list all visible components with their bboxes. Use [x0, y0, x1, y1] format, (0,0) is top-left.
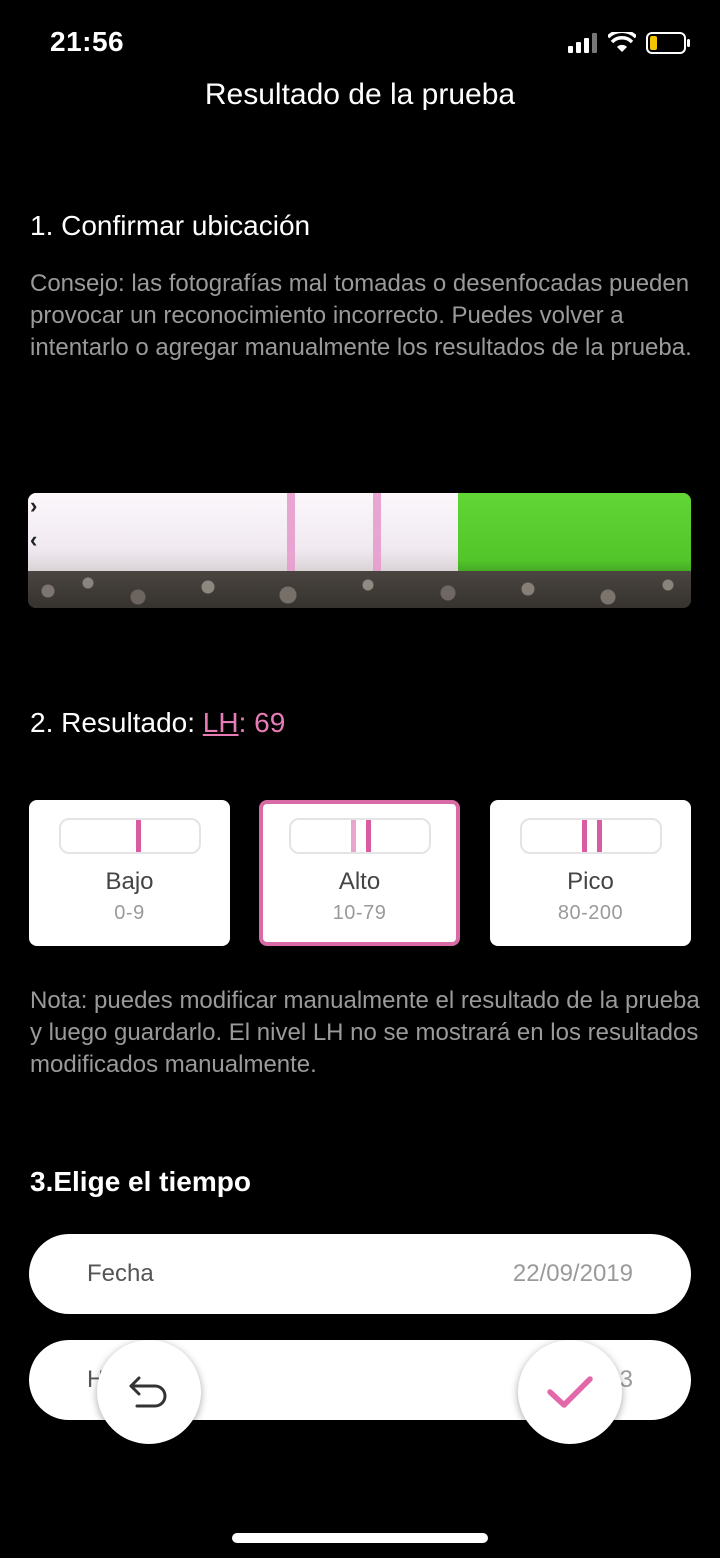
date-field[interactable]: Fecha 22/09/2019: [29, 1234, 691, 1314]
level-card-pico[interactable]: Pico 80-200: [490, 800, 691, 946]
date-label: Fecha: [87, 1260, 154, 1287]
mini-strip-icon: [58, 818, 201, 854]
confirm-button[interactable]: [518, 1340, 622, 1444]
status-time: 21:56: [50, 26, 125, 57]
signal-icon: [568, 33, 597, 53]
result-prefix: 2. Resultado:: [30, 707, 203, 738]
date-value: 22/09/2019: [512, 1260, 633, 1287]
test-strip-photo: › ‹: [28, 493, 691, 608]
strip-edge-mark: ›: [30, 493, 38, 518]
test-line: [373, 493, 381, 571]
home-indicator: [232, 1533, 488, 1543]
level-name: Alto: [338, 868, 381, 895]
lh-info-link[interactable]: LH: [203, 707, 239, 738]
step1-tip: Consejo: las fotografías mal tomadas o d…: [30, 270, 692, 361]
step1-title: 1. Confirmar ubicación: [30, 210, 311, 241]
level-name: Bajo: [105, 868, 154, 895]
mini-strip-icon: [288, 818, 431, 854]
result-heading: 2. Resultado: LH: 69: [30, 707, 285, 739]
strip-green-handle: [458, 493, 691, 577]
undo-arrow-icon: [129, 1376, 167, 1408]
mini-strip-icon: [519, 818, 662, 854]
step3-title: 3.Elige el tiempo: [30, 1166, 251, 1197]
strip-edge-mark: ‹: [30, 527, 38, 552]
level-name: Pico: [567, 868, 614, 895]
strip-background-ground: [28, 571, 691, 608]
control-line: [287, 493, 295, 571]
level-range: 10-79: [332, 902, 387, 924]
checkmark-icon: [547, 1376, 593, 1408]
step2-note: Nota: puedes modificar manualmente el re…: [30, 987, 700, 1078]
status-icons: [568, 32, 692, 54]
battery-icon: [646, 32, 690, 54]
page-title: Resultado de la prueba: [204, 78, 516, 111]
level-card-alto[interactable]: Alto 10-79: [259, 800, 460, 946]
level-range: 0-9: [114, 902, 145, 924]
wifi-icon: [608, 32, 636, 52]
lh-value: : 69: [238, 707, 286, 738]
back-button[interactable]: [97, 1340, 201, 1444]
level-card-bajo[interactable]: Bajo 0-9: [29, 800, 230, 946]
level-range: 80-200: [557, 902, 624, 924]
strip-white-area: [28, 493, 458, 573]
